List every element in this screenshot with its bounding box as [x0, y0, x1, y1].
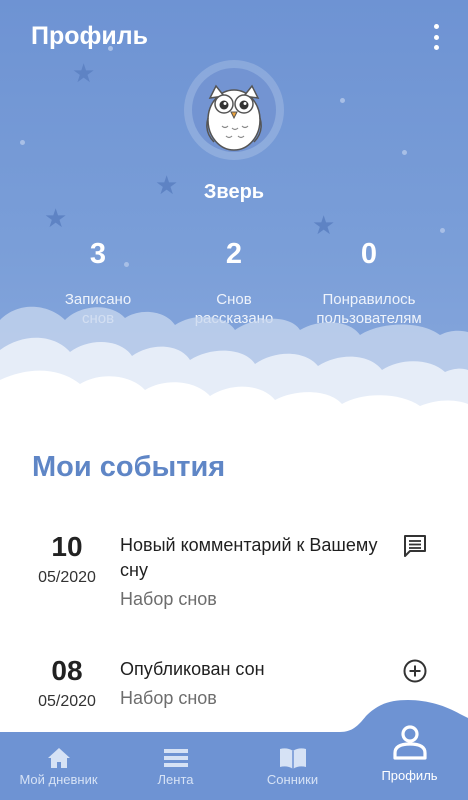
star-dot [20, 140, 25, 145]
plus-circle-icon[interactable] [402, 658, 428, 684]
stat-value: 0 [360, 238, 378, 270]
user-icon [351, 720, 468, 764]
star-dot [440, 228, 445, 233]
star-icon: ★ [44, 203, 68, 233]
event-title: Новый комментарий к Вашему сну [120, 535, 378, 580]
event-month: 05/2020 [38, 569, 96, 586]
book-icon [234, 745, 351, 771]
nav-item-my-diary[interactable]: Мой дневник [0, 745, 117, 800]
page-title: Профиль [31, 22, 149, 50]
comment-icon[interactable] [402, 533, 428, 559]
star-icon: ★ [72, 58, 96, 88]
nav-item-profile[interactable]: Профиль [351, 720, 468, 800]
nav-label: Мой дневник [19, 772, 98, 787]
profile-header: ★ ★ ★ ★ Профиль Зверь 3 Записано 2 Снов … [0, 0, 468, 440]
star-dot [340, 98, 345, 103]
home-icon [0, 745, 117, 771]
nav-label: Лента [157, 772, 194, 787]
nav-label: Сонники [266, 772, 319, 787]
feed-icon [117, 745, 234, 771]
nav-label: Профиль [381, 768, 438, 783]
nav-item-dream-books[interactable]: Сонники [234, 745, 351, 800]
username: Зверь [203, 181, 265, 203]
clouds-decoration [0, 306, 468, 440]
more-vertical-icon[interactable] [426, 24, 446, 50]
event-subtitle: Набор снов [120, 589, 217, 609]
star-dot [402, 150, 407, 155]
event-day: 08 [51, 655, 83, 686]
event-title: Опубликован сон [120, 659, 265, 679]
event-day: 10 [51, 531, 83, 562]
star-icon: ★ [312, 210, 336, 240]
section-title: Мои события [32, 451, 226, 483]
owl-avatar-icon[interactable] [192, 68, 276, 152]
nav-item-feed[interactable]: Лента [117, 745, 234, 800]
